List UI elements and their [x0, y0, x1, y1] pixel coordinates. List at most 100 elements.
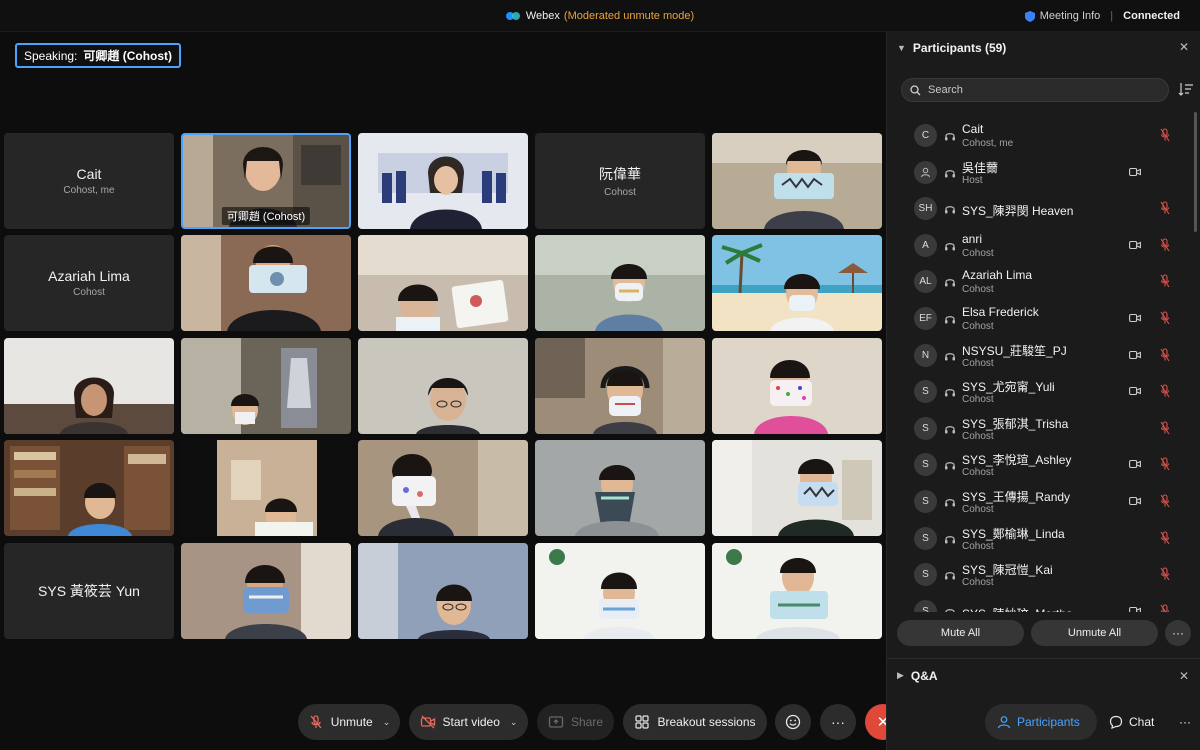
- close-participants-icon[interactable]: ✕: [1179, 40, 1189, 54]
- mic-muted-icon: [1160, 128, 1170, 142]
- participants-panel-header[interactable]: ▼ Participants (59) ✕: [887, 32, 1200, 64]
- video-tile-ruan[interactable]: 阮偉華 Cohost: [535, 133, 705, 229]
- breakout-sessions-button[interactable]: Breakout sessions: [623, 704, 767, 740]
- participant-row[interactable]: S SYS_陳妙玟_Martha: [887, 594, 1197, 612]
- avatar: SH: [914, 197, 937, 221]
- video-tile[interactable]: [181, 543, 351, 639]
- participants-tab-label: Participants: [1017, 715, 1080, 729]
- video-options-chevron-icon[interactable]: ⌄: [510, 717, 518, 728]
- video-tile[interactable]: [535, 440, 705, 536]
- avatar: S: [914, 526, 937, 550]
- title-bar: Webex (Moderated unmute mode) Meeting In…: [0, 0, 1200, 32]
- video-tile[interactable]: [535, 235, 705, 331]
- video-camera-icon: [1129, 350, 1141, 359]
- chat-icon: [1109, 715, 1123, 729]
- chevron-down-icon[interactable]: ▼: [897, 43, 906, 53]
- participant-row[interactable]: AL Azariah Lima Cohost: [887, 264, 1197, 300]
- video-tile[interactable]: [712, 543, 882, 639]
- participant-role: Cohost: [962, 321, 994, 332]
- participant-role: Cohost: [962, 504, 994, 515]
- reactions-button[interactable]: [775, 704, 811, 740]
- chevron-right-icon[interactable]: ▶: [897, 670, 904, 681]
- tile-name: Azariah Lima: [48, 268, 130, 284]
- video-tile-active-speaker[interactable]: 可卿趙 (Cohost): [181, 133, 351, 229]
- participant-more-button[interactable]: ···: [1165, 620, 1191, 646]
- meeting-info-button[interactable]: Meeting Info: [1024, 10, 1100, 22]
- close-qa-icon[interactable]: ✕: [1179, 669, 1189, 683]
- participants-title: Participants (59): [912, 41, 1007, 55]
- avatar: S: [914, 380, 937, 404]
- mute-all-button[interactable]: Mute All: [897, 620, 1024, 646]
- search-icon: [910, 84, 921, 95]
- panels-more-button[interactable]: ···: [1169, 704, 1200, 740]
- headset-icon: [945, 242, 955, 251]
- participant-name: SYS_張郁淇_Trisha: [962, 416, 1069, 431]
- video-tile[interactable]: [535, 543, 705, 639]
- participants-tab[interactable]: Participants: [985, 704, 1097, 740]
- participant-video: [181, 235, 351, 331]
- video-tile[interactable]: [181, 235, 351, 331]
- participant-list: C Cait Cohost, me 吳佳薾 Host SH SYS_陳羿閔 Heaven Aa…: [887, 118, 1197, 612]
- more-options-button[interactable]: ···: [820, 704, 856, 740]
- video-tile[interactable]: [181, 440, 351, 536]
- participant-video: [358, 440, 528, 536]
- video-tile[interactable]: [4, 440, 174, 536]
- participant-role: Cohost: [962, 430, 994, 442]
- sort-icon[interactable]: [1178, 81, 1194, 97]
- participant-row[interactable]: C Cait Cohost, me: [887, 118, 1197, 154]
- participant-row[interactable]: N NSYSU_莊駿笙_PJ Cohost: [887, 338, 1197, 374]
- unmute-options-chevron-icon[interactable]: ⌄: [383, 717, 391, 728]
- avatar: S: [914, 416, 937, 440]
- participant-video: [712, 440, 882, 536]
- video-tile[interactable]: [535, 338, 705, 434]
- app-name: Webex: [525, 10, 560, 22]
- participant-row[interactable]: Aanri Cohost: [887, 228, 1197, 264]
- video-tile-cait[interactable]: Cait Cohost, me: [4, 133, 174, 229]
- participant-video: [535, 543, 705, 639]
- mic-muted-icon: [1160, 384, 1170, 398]
- headset-icon: [945, 608, 955, 612]
- participant-name: SYS_陳妙玟_Martha: [962, 605, 1073, 612]
- participant-row[interactable]: S SYS_王傳揚_Randy Cohost: [887, 484, 1197, 520]
- video-tile-yun[interactable]: SYS 黃筱芸 Yun: [4, 543, 174, 639]
- participant-row[interactable]: S SYS_鄭榆琳_Linda Cohost: [887, 521, 1197, 557]
- video-camera-icon: [1129, 460, 1141, 469]
- unmute-all-button[interactable]: Unmute All: [1031, 620, 1158, 646]
- participant-search-input[interactable]: Search: [901, 78, 1169, 102]
- video-tile[interactable]: [712, 235, 882, 331]
- video-tile[interactable]: [4, 338, 174, 434]
- participant-row[interactable]: S SYS_張郁淇_Trisha Cohost: [887, 411, 1197, 447]
- participant-row[interactable]: S SYS_尤宛甯_Yuli Cohost: [887, 374, 1197, 410]
- video-tile[interactable]: [712, 133, 882, 229]
- video-tile[interactable]: [712, 338, 882, 434]
- video-tile-azariah[interactable]: Azariah Lima Cohost: [4, 235, 174, 331]
- participant-list-scrollbar[interactable]: [1194, 112, 1197, 232]
- video-tile[interactable]: [181, 338, 351, 434]
- chat-tab[interactable]: Chat: [1101, 704, 1165, 740]
- video-camera-icon: [1129, 496, 1141, 506]
- video-tile[interactable]: [358, 133, 528, 229]
- share-button[interactable]: Share: [537, 704, 614, 740]
- mic-muted-icon: [1160, 421, 1170, 435]
- unmute-label: Unmute: [330, 715, 373, 729]
- video-tile[interactable]: [358, 440, 528, 536]
- video-tile[interactable]: [358, 543, 528, 639]
- participant-row[interactable]: SH SYS_陳羿閔 Heaven: [887, 191, 1197, 227]
- participant-video: [181, 440, 351, 536]
- unmute-button[interactable]: Unmute ⌄: [298, 704, 400, 740]
- video-camera-icon: [1129, 313, 1141, 323]
- video-tile[interactable]: [712, 440, 882, 536]
- participant-row[interactable]: EF Elsa Frederick Cohost: [887, 301, 1197, 337]
- participant-name: Azariah Lima: [962, 268, 1033, 283]
- participant-row[interactable]: 吳佳薾 Host: [887, 155, 1197, 191]
- participant-video: [4, 440, 174, 536]
- participant-row[interactable]: S SYS_陳冠愷_Kai Cohost: [887, 557, 1197, 593]
- participant-row[interactable]: S SYS_李悅瑄_Ashley Cohost: [887, 447, 1197, 483]
- participant-video: [712, 338, 882, 434]
- start-video-button[interactable]: Start video ⌄: [409, 704, 528, 740]
- video-tile[interactable]: [358, 338, 528, 434]
- headset-icon: [945, 499, 955, 507]
- webex-logo-icon: [505, 12, 520, 20]
- video-tile[interactable]: [358, 235, 528, 331]
- qa-panel-header[interactable]: ▶ Q&A ✕: [887, 658, 1200, 692]
